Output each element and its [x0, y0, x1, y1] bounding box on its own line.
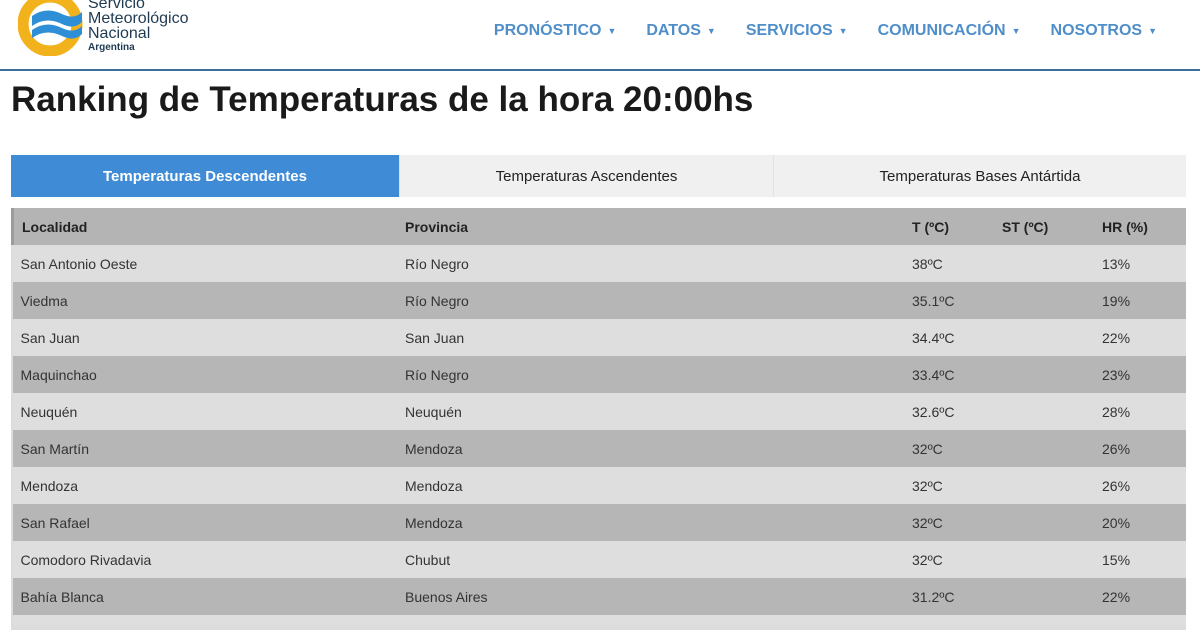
column-header-localidad[interactable]: Localidad [11, 208, 397, 245]
table-row: Maquinchao Río Negro 33.4ºC 23% [12, 356, 1186, 393]
cell-sensacion-termica [994, 393, 1094, 430]
brand-country: Argentina [88, 42, 135, 53]
brand-line: Meteorológico [88, 10, 189, 27]
cell-temperatura: 32ºC [904, 504, 994, 541]
table-row: Bahía Blanca Buenos Aires 31.2ºC 22% [12, 578, 1186, 615]
cell-localidad: Comodoro Rivadavia [12, 541, 397, 578]
cell-provincia: Neuquén [397, 393, 904, 430]
table-row: San Antonio Oeste Río Negro 38ºC 13% [12, 245, 1186, 282]
cell-localidad: Maquinchao [12, 356, 397, 393]
cell-provincia: Chubut [397, 541, 904, 578]
table-row: San Juan San Juan 34.4ºC 22% [12, 319, 1186, 356]
nav-item-comunicacion[interactable]: COMUNICACIÓN ▼ [863, 22, 1036, 40]
column-header-provincia[interactable]: Provincia [397, 208, 904, 245]
cell-provincia: Mendoza [397, 467, 904, 504]
nav-item-label: SERVICIOS [745, 22, 833, 39]
tab-temperaturas-bases-antartida[interactable]: Temperaturas Bases Antártida [773, 155, 1186, 197]
cell-temperatura: 32ºC [904, 430, 994, 467]
cell-temperatura: 31.2ºC [904, 578, 994, 615]
cell-localidad: Neuquén [12, 393, 397, 430]
table-header-row: Localidad Provincia T (ºC) ST (ºC) HR (%… [11, 208, 1186, 245]
cell-sensacion-termica [994, 245, 1094, 282]
nav-item-label: PRONÓSTICO [493, 22, 602, 39]
cell-provincia: Río Negro [397, 282, 904, 319]
cell-provincia: Río Negro [397, 356, 904, 393]
cell-localidad: San Martín [12, 430, 397, 467]
column-header-humedad[interactable]: HR (%) [1094, 208, 1186, 245]
site-header: Servicio Meteorológico Nacional Argentin… [0, 0, 1200, 71]
nav-item-label: COMUNICACIÓN [877, 22, 1006, 39]
cell-temperatura: 38ºC [904, 245, 994, 282]
cell-sensacion-termica [994, 467, 1094, 504]
cell-humedad: 22% [1094, 578, 1186, 615]
cell-sensacion-termica [994, 319, 1094, 356]
cell-localidad: Mendoza [12, 467, 397, 504]
cell-humedad: 26% [1094, 467, 1186, 504]
cell-localidad: Bahía Blanca [12, 578, 397, 615]
brand-name[interactable]: Servicio Meteorológico Nacional Argentin… [88, 0, 189, 54]
cell-provincia: Mendoza [397, 504, 904, 541]
table-row: Comodoro Rivadavia Chubut 32ºC 15% [12, 541, 1186, 578]
table-row: San Martín Mendoza 32ºC 26% [12, 430, 1186, 467]
cell-sensacion-termica [994, 356, 1094, 393]
table-row-partial [12, 615, 1186, 625]
cell-provincia: San Juan [397, 319, 904, 356]
table-row: Neuquén Neuquén 32.6ºC 28% [12, 393, 1186, 430]
cell-localidad: San Rafael [12, 504, 397, 541]
cell-humedad: 20% [1094, 504, 1186, 541]
nav-item-nosotros[interactable]: NOSOTROS ▼ [1036, 22, 1172, 40]
table-row: San Rafael Mendoza 32ºC 20% [12, 504, 1186, 541]
cell-localidad: San Juan [12, 319, 397, 356]
brand-line: Nacional [88, 25, 151, 42]
cell-sensacion-termica [994, 578, 1094, 615]
tab-temperaturas-ascendentes[interactable]: Temperaturas Ascendentes [399, 155, 773, 197]
column-header-temperatura[interactable]: T (ºC) [904, 208, 994, 245]
caret-down-icon: ▼ [1148, 26, 1157, 36]
cell-sensacion-termica [994, 430, 1094, 467]
cell-localidad: San Antonio Oeste [12, 245, 397, 282]
caret-down-icon: ▼ [607, 26, 617, 36]
caret-down-icon: ▼ [706, 26, 716, 36]
cell-sensacion-termica [994, 504, 1094, 541]
main-nav: PRONÓSTICO ▼ DATOS ▼ SERVICIOS ▼ COMUNIC… [479, 22, 1172, 40]
cell-provincia: Río Negro [397, 245, 904, 282]
cell-temperatura: 35.1ºC [904, 282, 994, 319]
table-row: Mendoza Mendoza 32ºC 26% [12, 467, 1186, 504]
nav-item-pronostico[interactable]: PRONÓSTICO ▼ [479, 22, 631, 40]
nav-item-label: NOSOTROS [1050, 22, 1143, 39]
nav-item-servicios[interactable]: SERVICIOS ▼ [731, 22, 863, 40]
nav-item-datos[interactable]: DATOS ▼ [631, 22, 730, 40]
cell-humedad: 13% [1094, 245, 1186, 282]
cell-provincia: Buenos Aires [397, 578, 904, 615]
cell-humedad: 19% [1094, 282, 1186, 319]
cell-localidad: Viedma [12, 282, 397, 319]
cell-humedad: 15% [1094, 541, 1186, 578]
tab-temperaturas-descendentes[interactable]: Temperaturas Descendentes [11, 155, 399, 197]
caret-down-icon: ▼ [838, 26, 848, 36]
column-header-sensacion-termica[interactable]: ST (ºC) [994, 208, 1094, 245]
cell-temperatura: 34.4ºC [904, 319, 994, 356]
cell-humedad: 26% [1094, 430, 1186, 467]
ranking-table-container[interactable]: Localidad Provincia T (ºC) ST (ºC) HR (%… [11, 208, 1186, 630]
page-title: Ranking de Temperaturas de la hora 20:00… [11, 80, 754, 119]
table-row: Viedma Río Negro 35.1ºC 19% [12, 282, 1186, 319]
nav-item-label: DATOS [646, 22, 701, 39]
cell-temperatura: 32.6ºC [904, 393, 994, 430]
caret-down-icon: ▼ [1011, 26, 1021, 36]
cell-humedad: 23% [1094, 356, 1186, 393]
cell-sensacion-termica [994, 282, 1094, 319]
ranking-table: Localidad Provincia T (ºC) ST (ºC) HR (%… [11, 208, 1186, 625]
temperature-tabs: Temperaturas Descendentes Temperaturas A… [11, 155, 1186, 197]
cell-humedad: 22% [1094, 319, 1186, 356]
cell-temperatura: 32ºC [904, 541, 994, 578]
cell-temperatura: 33.4ºC [904, 356, 994, 393]
cell-provincia: Mendoza [397, 430, 904, 467]
cell-humedad: 28% [1094, 393, 1186, 430]
smn-logo-icon[interactable] [18, 0, 88, 56]
cell-sensacion-termica [994, 541, 1094, 578]
cell-temperatura: 32ºC [904, 467, 994, 504]
partial-row-cell [12, 615, 1186, 625]
